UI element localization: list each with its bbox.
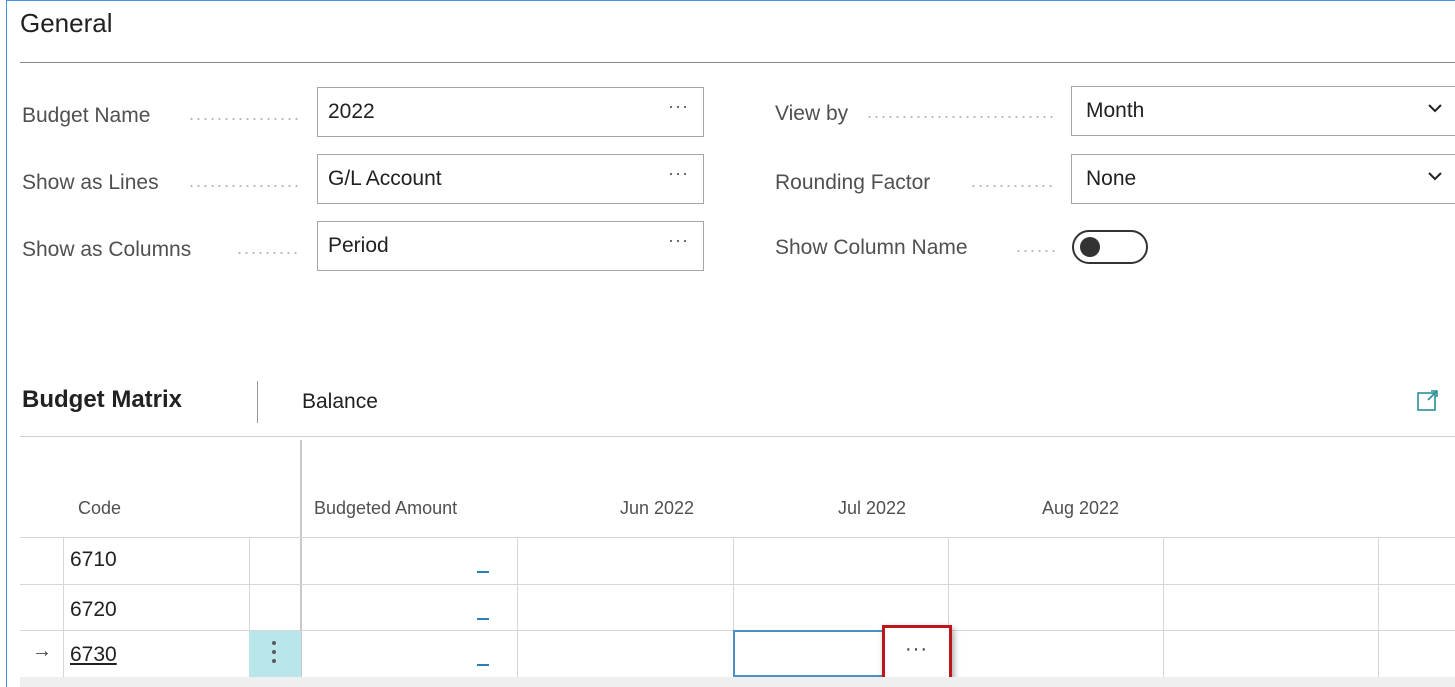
show-as-lines-label: Show as Lines	[22, 171, 159, 194]
show-as-lines-field[interactable]: G/L Account ···	[317, 154, 704, 204]
kebab-menu-icon	[272, 641, 277, 668]
grid-line	[63, 537, 64, 677]
show-as-columns-field[interactable]: Period ···	[317, 221, 704, 271]
column-header-jun-2022[interactable]: Jun 2022	[620, 498, 694, 519]
toggle-knob	[1080, 237, 1100, 257]
budgeted-amount-drilldown[interactable]	[477, 618, 489, 620]
view-by-label: View by	[775, 102, 849, 125]
grid-footer	[20, 677, 1455, 687]
show-as-columns-lookup-button[interactable]: ···	[668, 230, 689, 251]
label-dots	[236, 252, 300, 254]
show-as-columns-label: Show as Columns	[22, 238, 192, 261]
view-by-select[interactable]: Month	[1071, 86, 1455, 136]
show-column-name-toggle[interactable]	[1072, 230, 1148, 264]
row-code-6720[interactable]: 6720	[70, 598, 117, 622]
grid-line	[1163, 537, 1164, 677]
grid-line	[20, 537, 1455, 538]
grid-line	[1378, 537, 1379, 677]
view-by-value: Month	[1086, 99, 1145, 122]
matrix-title: Budget Matrix	[22, 386, 183, 413]
expand-icon[interactable]	[1417, 389, 1439, 411]
label-dots	[970, 185, 1056, 187]
chevron-down-icon	[1428, 104, 1442, 113]
matrix-divider	[20, 436, 1455, 437]
section-title-general: General	[20, 8, 113, 38]
current-row-indicator: →	[32, 640, 52, 662]
rounding-factor-value: None	[1086, 167, 1137, 190]
budget-name-field[interactable]: 2022 ···	[317, 87, 704, 137]
balance-action[interactable]: Balance	[302, 390, 378, 414]
grid-line	[517, 537, 518, 677]
row-menu-button[interactable]	[249, 631, 301, 677]
budget-name-lookup-button[interactable]: ···	[668, 96, 689, 117]
show-as-lines-lookup-button[interactable]: ···	[668, 163, 689, 184]
label-dots	[188, 118, 300, 120]
section-divider	[20, 62, 1455, 63]
label-dots	[188, 185, 300, 187]
label-dots	[866, 116, 1056, 118]
cell-assist-label: ···	[905, 638, 928, 660]
row-code-6730[interactable]: 6730	[70, 643, 117, 667]
column-header-aug-2022[interactable]: Aug 2022	[1042, 498, 1119, 519]
column-header-budgeted-amount[interactable]: Budgeted Amount	[314, 498, 457, 519]
budget-name-label: Budget Name	[22, 104, 151, 127]
column-header-jul-2022[interactable]: Jul 2022	[838, 498, 906, 519]
title-separator	[257, 381, 258, 423]
budgeted-amount-drilldown[interactable]	[477, 664, 489, 666]
cell-assist-button[interactable]: ···	[882, 625, 952, 682]
row-code-6710[interactable]: 6710	[70, 548, 117, 572]
rounding-factor-select[interactable]: None	[1071, 154, 1455, 204]
label-dots	[1015, 250, 1057, 252]
budgeted-amount-drilldown[interactable]	[477, 571, 489, 573]
chevron-down-icon	[1428, 172, 1442, 181]
show-as-lines-value: G/L Account	[328, 167, 442, 190]
show-column-name-label: Show Column Name	[775, 236, 968, 259]
rounding-factor-label: Rounding Factor	[775, 171, 931, 194]
column-header-code[interactable]: Code	[78, 498, 121, 519]
grid-line	[20, 584, 1455, 585]
show-as-columns-value: Period	[328, 234, 389, 257]
budget-name-value: 2022	[328, 100, 375, 123]
